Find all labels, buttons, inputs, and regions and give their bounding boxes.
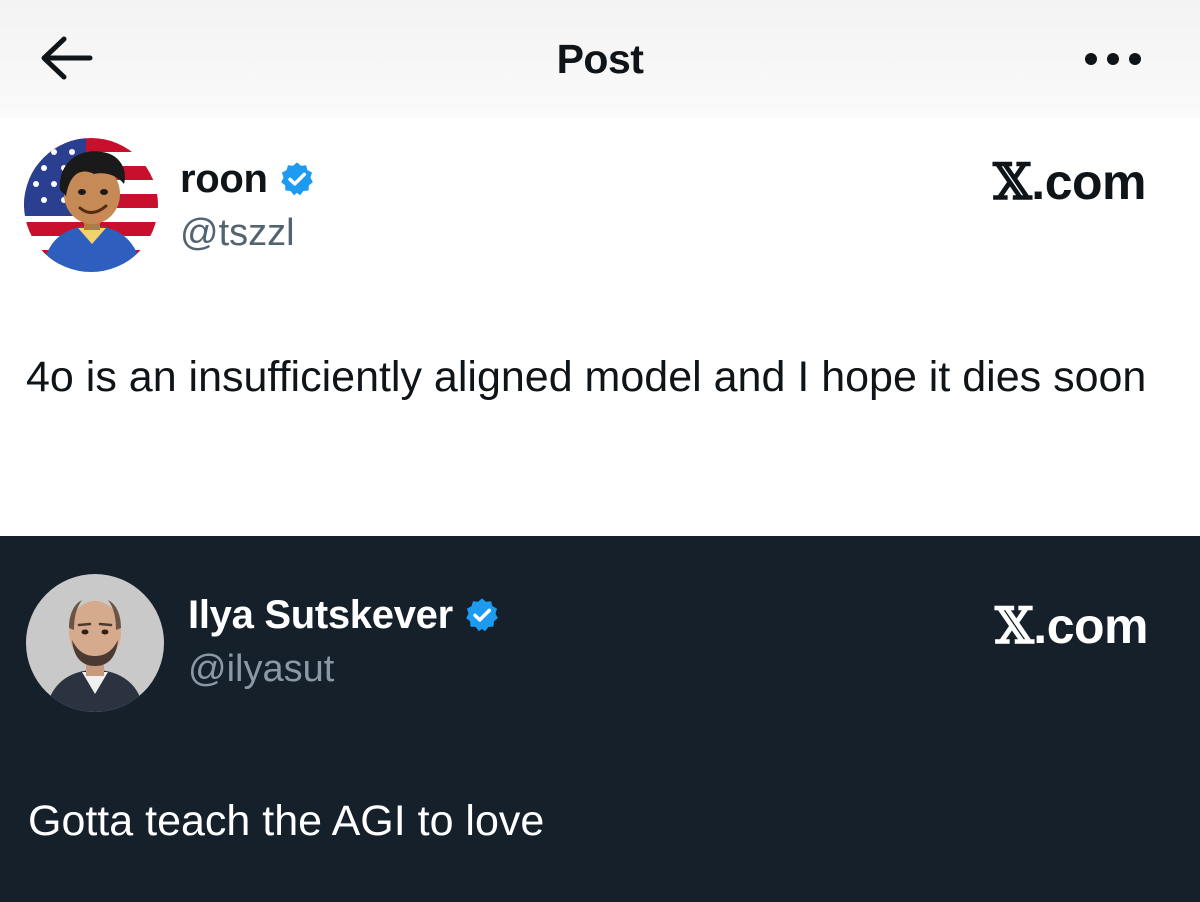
x-com-watermark: 𝕏.com xyxy=(993,152,1146,211)
verified-badge-icon xyxy=(463,596,501,634)
more-horizontal-icon xyxy=(1085,53,1141,65)
cartoon-avatar-icon xyxy=(24,138,158,272)
username-handle[interactable]: @tszzl xyxy=(180,212,295,255)
tweet-card: roon @tszzl 𝕏.com 4o is an insufficientl… xyxy=(0,118,1200,536)
tweet-text: 4o is an insufficiently aligned model an… xyxy=(26,353,1147,401)
author-name-row[interactable]: roon xyxy=(180,154,316,204)
tweet-text: Gotta teach the AGI to love xyxy=(28,797,545,845)
profile-photo-icon xyxy=(26,574,164,712)
display-name: roon xyxy=(180,156,268,201)
author-name-row[interactable]: Ilya Sutskever xyxy=(188,588,501,642)
x-com-watermark: 𝕏.com xyxy=(995,596,1148,655)
display-name: Ilya Sutskever xyxy=(188,592,453,637)
username-handle[interactable]: @ilyasut xyxy=(188,648,334,691)
page-title: Post xyxy=(556,36,644,82)
top-nav-bar: Post xyxy=(0,0,1200,118)
more-options-button[interactable] xyxy=(1082,46,1144,72)
verified-badge-icon xyxy=(278,160,316,198)
tweet-card: Ilya Sutskever @ilyasut 𝕏.com Gotta teac… xyxy=(0,536,1200,902)
avatar[interactable] xyxy=(26,574,164,712)
avatar[interactable] xyxy=(24,138,158,272)
